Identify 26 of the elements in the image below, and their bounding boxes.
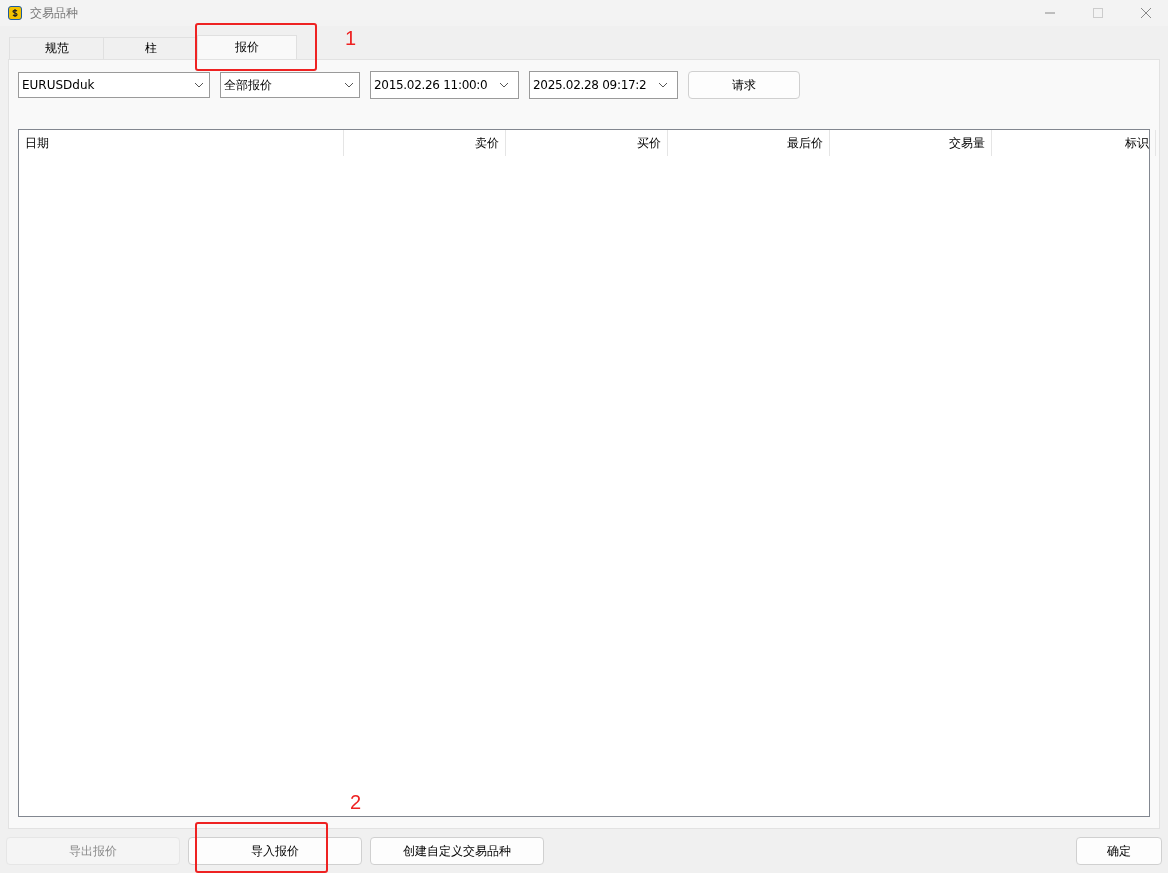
request-button[interactable]: 请求 xyxy=(688,71,800,99)
column-header[interactable]: 交易量 xyxy=(830,130,992,156)
ok-button[interactable]: 确定 xyxy=(1076,837,1162,865)
caret-icon xyxy=(658,82,668,88)
caret-icon xyxy=(499,82,509,88)
action-button[interactable]: 导入报价 xyxy=(188,837,362,865)
column-header[interactable]: 卖价 xyxy=(344,130,506,156)
window-title: 交易品种 xyxy=(30,4,78,22)
column-header[interactable]: 日期 xyxy=(19,130,344,156)
column-header[interactable]: 标识 xyxy=(992,130,1156,156)
column-header[interactable]: 买价 xyxy=(506,130,668,156)
column-header[interactable]: 最后价 xyxy=(668,130,830,156)
maximize-icon[interactable] xyxy=(1092,7,1104,19)
caret-icon xyxy=(344,82,354,88)
annotation-number: 2 xyxy=(350,791,362,814)
date-from-picker[interactable]: 2015.02.26 11:00:0 xyxy=(370,71,519,99)
caret-icon xyxy=(194,82,204,88)
tick-type-dropdown[interactable]: 全部报价 xyxy=(220,72,360,98)
annotation-number: 1 xyxy=(345,27,357,50)
date-to-picker[interactable]: 2025.02.28 09:17:2 xyxy=(529,71,678,99)
action-button[interactable]: 创建自定义交易品种 xyxy=(370,837,544,865)
close-icon[interactable] xyxy=(1140,7,1152,19)
symbol-dropdown[interactable]: EURUSDduk xyxy=(18,72,210,98)
app-icon xyxy=(8,6,22,20)
tab[interactable]: 规范 xyxy=(9,37,104,59)
tab[interactable]: 报价 xyxy=(197,35,297,59)
